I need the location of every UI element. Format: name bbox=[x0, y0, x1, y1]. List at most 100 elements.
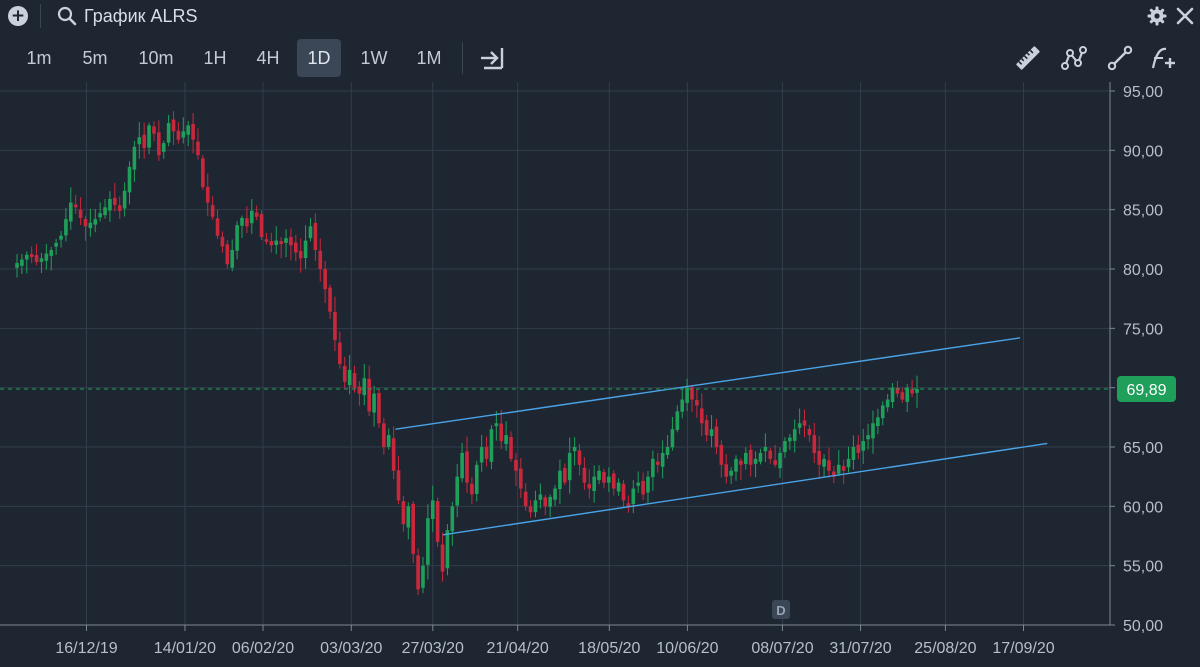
candle-body bbox=[210, 205, 215, 217]
candle-body bbox=[308, 226, 313, 239]
timeframe-1d-button[interactable]: 1D bbox=[297, 39, 341, 77]
candle-body bbox=[411, 503, 415, 554]
candle-body bbox=[851, 447, 856, 460]
timeframe-1m-button[interactable]: 1m bbox=[18, 39, 60, 77]
interval-watermark: D bbox=[776, 603, 785, 618]
candle-body bbox=[435, 501, 440, 542]
candle-body bbox=[763, 447, 768, 452]
candle-body bbox=[651, 458, 655, 478]
add-window-button[interactable]: + bbox=[8, 6, 28, 26]
candle-body bbox=[494, 423, 499, 427]
candle-body bbox=[44, 253, 49, 261]
candle-body bbox=[641, 480, 645, 495]
candle-body bbox=[558, 470, 562, 490]
candle-body bbox=[563, 468, 567, 483]
candle-body bbox=[426, 518, 430, 565]
candle-body bbox=[245, 218, 249, 227]
candle-body bbox=[396, 470, 401, 501]
candle-body bbox=[39, 258, 44, 262]
candle-body bbox=[15, 263, 19, 268]
candle-body bbox=[294, 242, 298, 253]
candle-body bbox=[225, 244, 230, 265]
channel-upper-line bbox=[395, 337, 1021, 430]
timeframe-4h-button[interactable]: 4H bbox=[246, 39, 290, 77]
candle-body bbox=[768, 450, 773, 459]
candlestick-chart[interactable]: 95,0090,0085,0080,0075,0070,0065,0060,00… bbox=[0, 82, 1200, 667]
candle-body bbox=[264, 239, 269, 242]
candle-body bbox=[876, 417, 880, 427]
candle-body bbox=[117, 205, 122, 211]
candle-body bbox=[680, 399, 685, 412]
candle-body bbox=[127, 166, 132, 193]
candle-body bbox=[161, 143, 166, 152]
candle-body bbox=[357, 386, 362, 394]
candle-body bbox=[69, 202, 73, 222]
candle-body bbox=[704, 420, 709, 436]
candle-body bbox=[616, 482, 621, 492]
candle-body bbox=[191, 124, 195, 140]
candle-body bbox=[137, 137, 142, 145]
candle-body bbox=[460, 452, 464, 479]
candle-body bbox=[885, 399, 890, 408]
window-title[interactable]: График ALRS bbox=[84, 6, 198, 27]
timeframe-1w-button[interactable]: 1W bbox=[352, 39, 396, 77]
candle-body bbox=[440, 544, 445, 572]
timeframe-1h-button[interactable]: 1H bbox=[194, 39, 236, 77]
date-axis-label: 14/01/20 bbox=[154, 640, 216, 657]
candle-body bbox=[421, 565, 425, 588]
candle-body bbox=[323, 268, 327, 290]
candle-body bbox=[577, 450, 582, 465]
candle-body bbox=[303, 240, 308, 258]
candle-body bbox=[670, 429, 675, 448]
candle-body bbox=[83, 219, 88, 227]
candle-body bbox=[846, 458, 851, 468]
gear-icon[interactable] bbox=[1146, 5, 1168, 27]
price-axis-label: 80,00 bbox=[1123, 262, 1163, 279]
ruler-icon[interactable] bbox=[1014, 44, 1042, 72]
timeframe-1mo-button[interactable]: 1M bbox=[406, 39, 452, 77]
candle-body bbox=[758, 452, 763, 462]
candle-body bbox=[812, 435, 817, 453]
timeframe-10m-button[interactable]: 10m bbox=[130, 39, 182, 77]
candle-body bbox=[479, 447, 484, 463]
candle-body bbox=[802, 420, 807, 426]
multi-point-line-icon[interactable] bbox=[1060, 44, 1088, 72]
candle-body bbox=[279, 241, 283, 245]
search-icon[interactable] bbox=[56, 5, 78, 27]
date-axis-label: 10/06/20 bbox=[656, 640, 718, 657]
candle-body bbox=[890, 387, 895, 403]
candle-body bbox=[49, 250, 54, 256]
candle-body bbox=[103, 207, 107, 216]
candle-body bbox=[328, 287, 332, 312]
candle-body bbox=[29, 254, 34, 258]
candle-body bbox=[166, 123, 171, 143]
candle-body bbox=[871, 423, 875, 439]
candle-body bbox=[719, 444, 724, 465]
close-icon[interactable] bbox=[1174, 5, 1196, 27]
candle-body bbox=[240, 217, 244, 226]
candle-body bbox=[181, 131, 186, 138]
candle-body bbox=[142, 134, 146, 148]
jump-to-end-icon[interactable] bbox=[478, 44, 506, 72]
candle-body bbox=[430, 500, 435, 520]
timeframe-5m-button[interactable]: 5m bbox=[72, 39, 118, 77]
candle-body bbox=[220, 236, 225, 247]
candle-body bbox=[817, 451, 821, 465]
candle-body bbox=[807, 429, 812, 436]
candle-body bbox=[465, 451, 469, 483]
candle-body bbox=[284, 238, 288, 243]
price-axis-label: 85,00 bbox=[1123, 203, 1163, 220]
candle-body bbox=[113, 197, 117, 205]
candle-body bbox=[533, 500, 538, 513]
candle-body bbox=[318, 250, 323, 269]
add-indicator-icon[interactable] bbox=[1150, 44, 1178, 72]
trend-line-icon[interactable] bbox=[1106, 44, 1134, 72]
candle-body bbox=[695, 400, 699, 406]
date-axis-label: 16/12/19 bbox=[55, 640, 117, 657]
price-chart[interactable]: 95,0090,0085,0080,0075,0070,0065,0060,00… bbox=[0, 82, 1200, 667]
candle-body bbox=[269, 240, 274, 246]
date-axis-label: 08/07/20 bbox=[751, 640, 813, 657]
toolbar-divider bbox=[462, 42, 463, 74]
candle-body bbox=[64, 219, 68, 236]
candle-body bbox=[338, 342, 342, 364]
